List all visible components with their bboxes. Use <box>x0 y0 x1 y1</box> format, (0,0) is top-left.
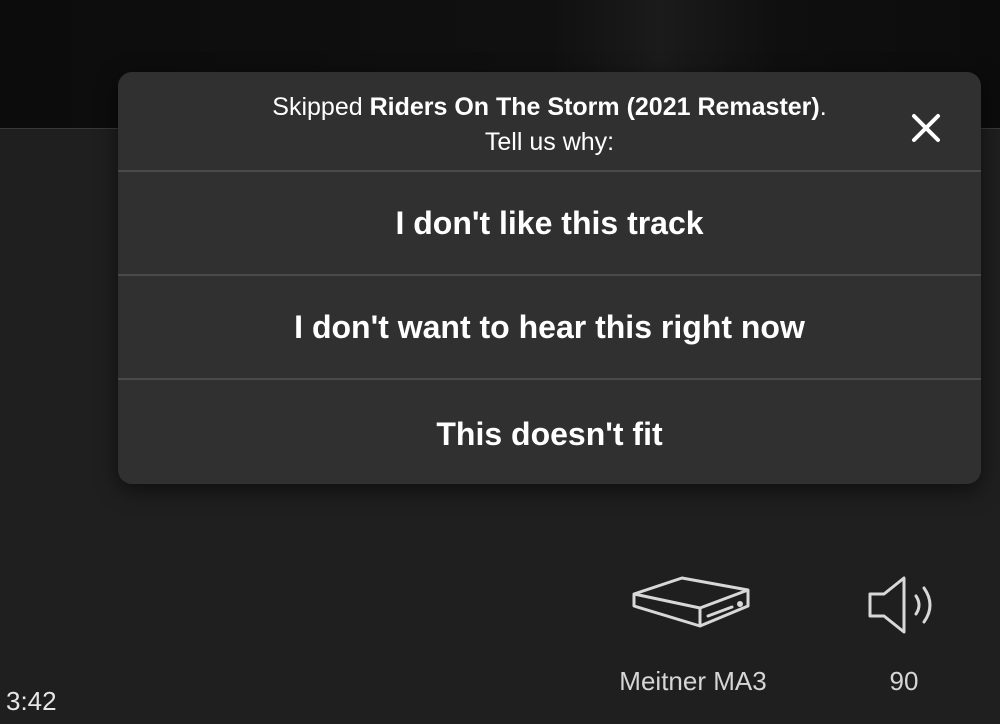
skipped-track-title: Riders On The Storm (2021 Remaster) <box>369 93 820 121</box>
skip-feedback-dialog: Skipped Riders On The Storm (2021 Remast… <box>118 72 981 484</box>
dialog-header: Skipped Riders On The Storm (2021 Remast… <box>118 72 981 172</box>
skip-suffix: . <box>819 93 827 121</box>
skip-message-line: Skipped Riders On The Storm (2021 Remast… <box>118 90 981 125</box>
volume-level: 90 <box>889 666 919 696</box>
option-dont-like-track[interactable]: I don't like this track <box>118 172 981 276</box>
skip-prompt: Tell us why: <box>484 128 615 156</box>
close-button[interactable] <box>902 104 950 152</box>
output-device-button[interactable] <box>620 568 770 637</box>
option-not-right-now[interactable]: I don't want to hear this right now <box>118 276 981 380</box>
close-icon <box>912 114 940 142</box>
device-icon <box>632 576 750 628</box>
skip-prefix: Skipped <box>272 93 370 121</box>
volume-icon <box>868 576 932 634</box>
playback-time: 3:42 <box>6 686 57 716</box>
volume-button[interactable] <box>862 572 946 643</box>
output-device-label: Meitner MA3 <box>619 666 767 696</box>
skip-message: Skipped Riders On The Storm (2021 Remast… <box>118 90 981 160</box>
option-doesnt-fit[interactable]: This doesn't fit <box>118 380 981 484</box>
